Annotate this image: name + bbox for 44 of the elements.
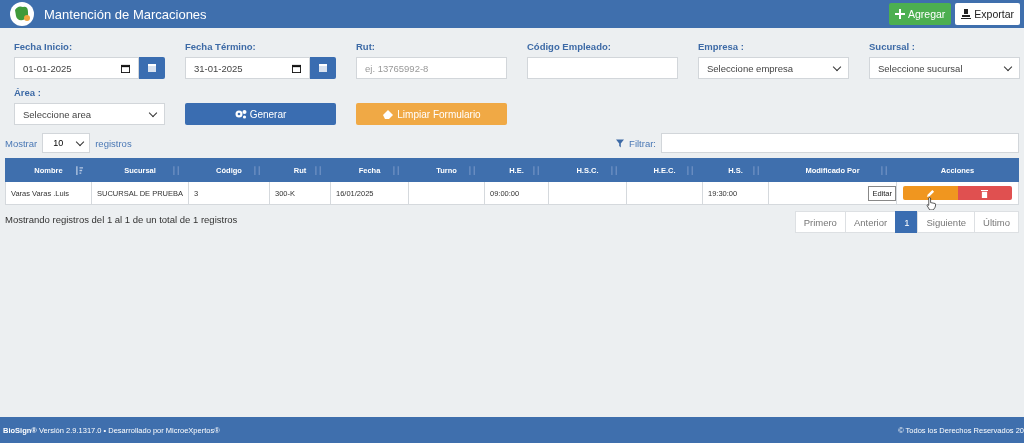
field-label: Empresa : <box>698 41 745 52</box>
add-button[interactable]: Agregar <box>888 3 952 25</box>
show-label: Mostrar <box>5 137 38 149</box>
field-label: Área : <box>14 87 42 98</box>
filter-icon <box>616 138 625 148</box>
filter-label: Filtrar: <box>629 137 656 149</box>
page-button[interactable]: Anterior <box>844 211 897 233</box>
page-size-select[interactable]: 10 <box>42 133 91 153</box>
page-button[interactable]: Último <box>974 211 1019 233</box>
page-title: Mantención de Marcaciones <box>44 6 207 22</box>
calendar-icon <box>292 63 301 73</box>
calendar-button[interactable] <box>310 57 336 79</box>
records-label: registros <box>95 137 132 149</box>
field-label: Código Empleado: <box>527 41 612 52</box>
trash-icon <box>981 188 989 198</box>
plus-icon <box>894 9 905 19</box>
calendar-icon <box>318 63 328 73</box>
select-field[interactable]: Seleccione empresa <box>698 57 849 79</box>
calendar-button[interactable] <box>139 57 165 79</box>
field-label: Sucursal : <box>869 41 916 52</box>
date-field[interactable]: 31-01-2025 <box>185 57 310 79</box>
field-label: Fecha Término: <box>185 41 257 52</box>
export-icon <box>961 9 972 19</box>
filter-field[interactable] <box>661 133 1019 153</box>
pencil-icon <box>925 188 935 198</box>
export-button[interactable]: Exportar <box>955 3 1020 25</box>
select-field[interactable]: Seleccione sucursal <box>869 57 1020 79</box>
logo-icon <box>10 2 34 26</box>
field-label: Fecha Inicio: <box>14 41 74 52</box>
date-field[interactable]: 01-01-2025 <box>14 57 139 79</box>
field-label: Rut: <box>356 41 376 52</box>
calendar-icon <box>121 63 130 73</box>
page-button[interactable]: Siguiente <box>917 211 976 233</box>
delete-button[interactable] <box>957 186 1012 200</box>
records-info: Mostrando registros del 1 al 1 de un total de 1 registros <box>5 214 238 225</box>
eraser-icon <box>382 109 395 119</box>
page-button[interactable]: 1 <box>895 211 919 233</box>
input-field[interactable] <box>527 57 678 79</box>
select-field[interactable]: Seleccione area <box>14 103 165 125</box>
generate-button[interactable]: Generar <box>185 103 336 125</box>
calendar-icon <box>147 63 157 73</box>
gears-icon <box>234 109 247 119</box>
page-button[interactable]: Primero <box>794 211 846 233</box>
rut-field[interactable]: ej. 13765992-8 <box>356 57 507 79</box>
